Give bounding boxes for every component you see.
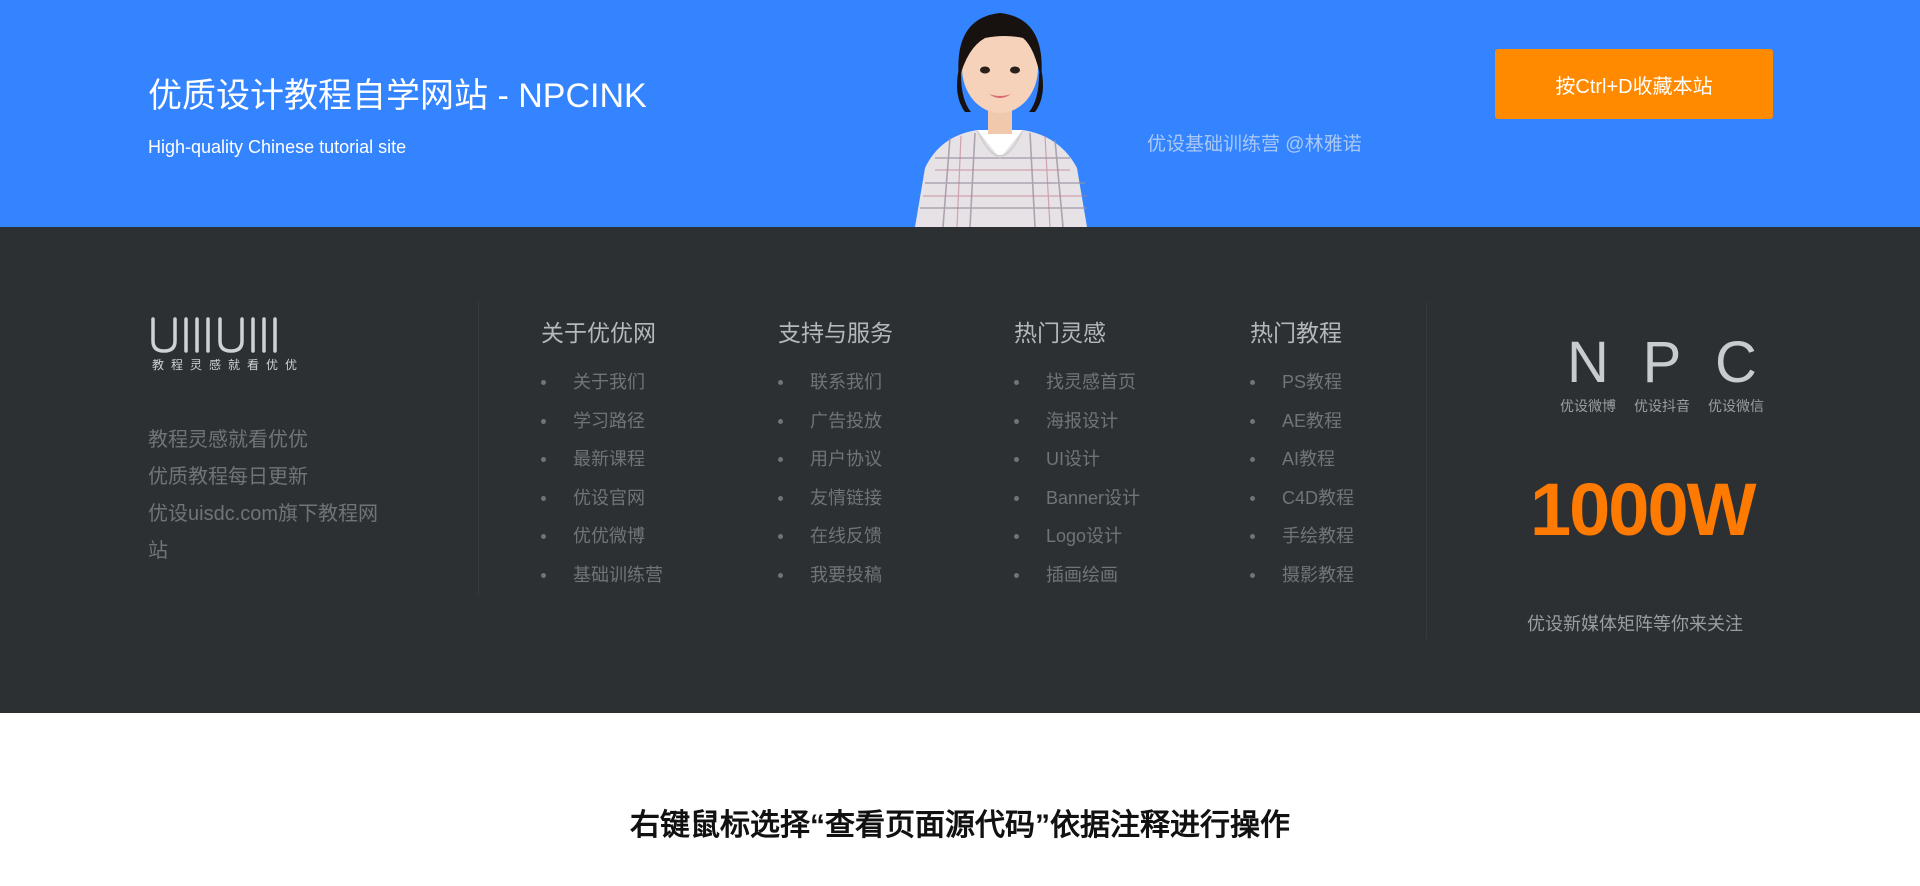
footer-link[interactable]: Banner设计 (1014, 486, 1214, 525)
footer-link[interactable]: 用户协议 (778, 447, 978, 486)
bookmark-button[interactable]: 按Ctrl+D收藏本站 (1495, 49, 1773, 119)
site-subtitle: High-quality Chinese tutorial site (148, 137, 407, 157)
uiiiuiii-logo[interactable]: 教程灵感就看优优 (150, 315, 316, 375)
social-weibo-link[interactable]: N 优设微博 (1553, 330, 1623, 416)
link-column-tutorials: 热门教程 PS教程 AE教程 AI教程 C4D教程 手绘教程 摄影教程 (1250, 319, 1450, 601)
follower-count: 1000W (1530, 468, 1756, 551)
footer-link[interactable]: 关于我们 (541, 370, 741, 409)
footer-link[interactable]: 学习路径 (541, 409, 741, 448)
about-text: 教程灵感就看优优 优质教程每日更新 优设uisdc.com旗下教程网站 (148, 422, 388, 570)
weibo-icon: N (1567, 330, 1609, 395)
footer-link[interactable]: C4D教程 (1250, 486, 1450, 525)
footer-link[interactable]: 优优微博 (541, 524, 741, 563)
footer-link[interactable]: PS教程 (1250, 370, 1450, 409)
link-column-about: 关于优优网 关于我们 学习路径 最新课程 优设官网 优优微博 基础训练营 (541, 319, 741, 601)
column-title: 热门教程 (1250, 320, 1342, 346)
social-links: N 优设微博 P 优设抖音 C 优设微信 (1553, 330, 1777, 420)
footer-link[interactable]: 在线反馈 (778, 524, 978, 563)
footer-link[interactable]: 友情链接 (778, 486, 978, 525)
column-title: 关于优优网 (541, 320, 656, 346)
social-label: 优设微博 (1560, 398, 1616, 414)
footer-divider (478, 302, 479, 595)
social-label: 优设微信 (1708, 398, 1764, 414)
douyin-icon: P (1642, 330, 1682, 395)
column-title: 支持与服务 (778, 320, 893, 346)
footer-link[interactable]: AI教程 (1250, 447, 1450, 486)
link-column-support: 支持与服务 联系我们 广告投放 用户协议 友情链接 在线反馈 我要投稿 (778, 319, 978, 601)
footer-link[interactable]: Logo设计 (1014, 524, 1214, 563)
site-title: 优质设计教程自学网站 - NPCINK (148, 77, 647, 115)
footer-link[interactable]: 广告投放 (778, 409, 978, 448)
about-line: 优设uisdc.com旗下教程网站 (148, 503, 379, 562)
social-label: 优设抖音 (1634, 398, 1690, 414)
footer-link[interactable]: AE教程 (1250, 409, 1450, 448)
footer-link[interactable]: 海报设计 (1014, 409, 1214, 448)
footer-link[interactable]: 联系我们 (778, 370, 978, 409)
instructor-portrait (915, 13, 1087, 227)
footer-link[interactable]: 手绘教程 (1250, 524, 1450, 563)
follow-text: 优设新媒体矩阵等你来关注 (1527, 614, 1743, 634)
footer-link[interactable]: 插画绘画 (1014, 563, 1214, 602)
wechat-icon: C (1715, 330, 1757, 395)
footer-link[interactable]: 最新课程 (541, 447, 741, 486)
link-column-inspiration: 热门灵感 找灵感首页 海报设计 UI设计 Banner设计 Logo设计 插画绘… (1014, 319, 1214, 601)
social-wechat-link[interactable]: C 优设微信 (1701, 330, 1771, 416)
footer-link[interactable]: 我要投稿 (778, 563, 978, 602)
site-footer: 教程灵感就看优优 教程灵感就看优优 优质教程每日更新 优设uisdc.com旗下… (0, 227, 1920, 713)
page-instruction: 右键鼠标选择“查看页面源代码”依据注释进行操作 (630, 809, 1290, 842)
footer-link[interactable]: 摄影教程 (1250, 563, 1450, 602)
social-douyin-link[interactable]: P 优设抖音 (1627, 330, 1697, 416)
about-line: 优质教程每日更新 (148, 466, 308, 488)
footer-link[interactable]: 基础训练营 (541, 563, 741, 602)
footer-link[interactable]: UI设计 (1014, 447, 1214, 486)
about-line: 教程灵感就看优优 (148, 429, 308, 451)
column-title: 热门灵感 (1014, 320, 1106, 346)
footer-link[interactable]: 找灵感首页 (1014, 370, 1214, 409)
footer-link[interactable]: 优设官网 (541, 486, 741, 525)
header-banner: 优质设计教程自学网站 - NPCINK High-quality Chinese… (0, 0, 1920, 227)
logo-slogan: 教程灵感就看优优 (152, 357, 304, 372)
banner-caption: 优设基础训练营 @林雅诺 (1147, 134, 1362, 155)
